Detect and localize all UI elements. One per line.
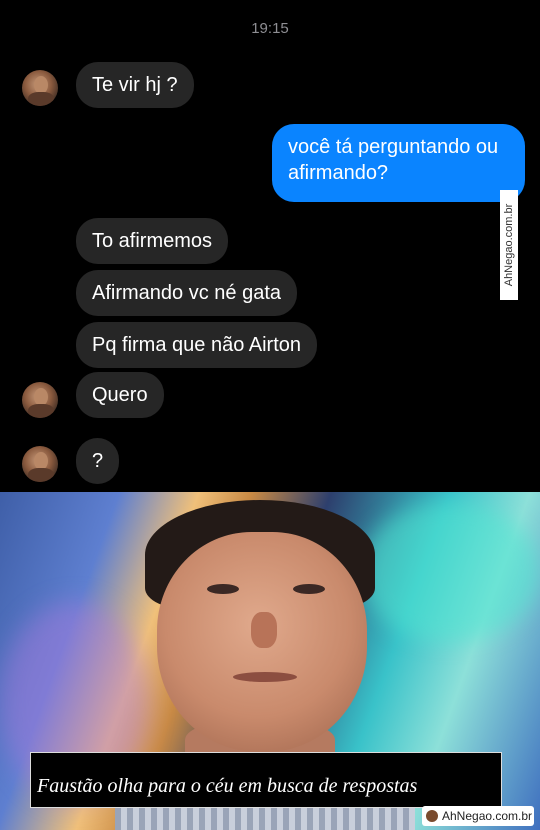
contact-avatar[interactable] bbox=[22, 70, 58, 106]
watermark-side-text: AhNegao.com.br bbox=[503, 203, 515, 287]
meme-caption-text: Faustão olha para o céu em busca de resp… bbox=[37, 775, 418, 797]
person-nose bbox=[251, 612, 277, 648]
meme-caption: Faustão olha para o céu em busca de resp… bbox=[30, 752, 502, 808]
watermark-logo-icon bbox=[426, 810, 438, 822]
avatar-body bbox=[28, 468, 54, 482]
chat-screen: 19:15 Te vir hj ? você tá perguntando ou… bbox=[0, 0, 540, 492]
avatar-body bbox=[28, 92, 54, 106]
message-incoming[interactable]: Pq firma que não Airton bbox=[76, 322, 318, 368]
avatar-body bbox=[28, 404, 54, 418]
watermark-bottom-text: AhNegao.com.br bbox=[442, 809, 533, 823]
message-incoming[interactable]: Afirmando vc né gata bbox=[76, 270, 297, 316]
message-incoming[interactable]: Te vir hj ? bbox=[76, 62, 194, 108]
message-incoming[interactable]: ? bbox=[76, 438, 120, 484]
person-eye bbox=[293, 584, 325, 594]
contact-avatar[interactable] bbox=[22, 382, 58, 418]
message-incoming[interactable]: Quero bbox=[76, 372, 164, 418]
status-time: 19:15 bbox=[251, 20, 289, 37]
message-incoming[interactable]: To afirmemos bbox=[76, 218, 229, 264]
person-mouth bbox=[233, 672, 297, 682]
message-outgoing[interactable]: você tá perguntando ou afirmando? bbox=[272, 124, 525, 202]
watermark-bottom: AhNegao.com.br bbox=[422, 806, 534, 826]
person-eye bbox=[207, 584, 239, 594]
watermark-side: AhNegao.com.br bbox=[500, 190, 518, 300]
contact-avatar[interactable] bbox=[22, 446, 58, 482]
